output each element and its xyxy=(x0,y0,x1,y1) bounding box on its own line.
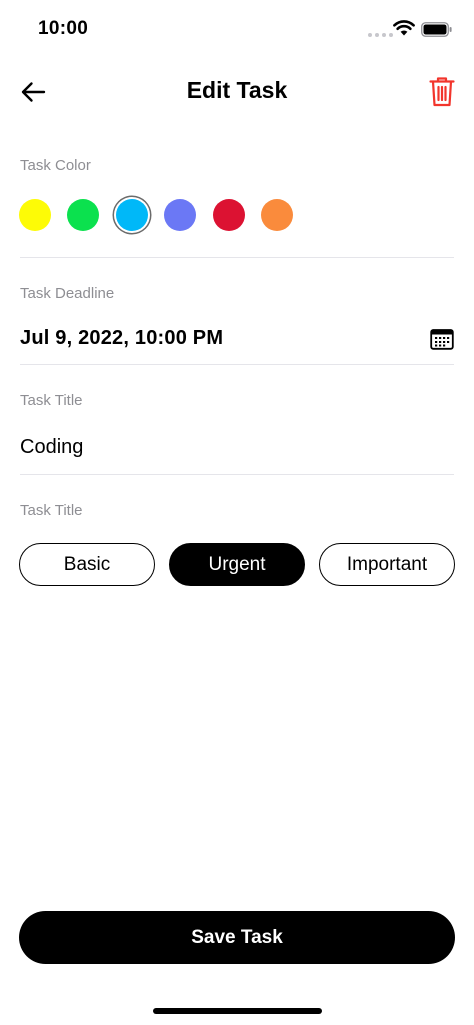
status-time: 10:00 xyxy=(38,18,89,39)
color-swatch-periwinkle[interactable] xyxy=(164,199,196,231)
task-priority-label: Task Title xyxy=(20,502,83,519)
divider xyxy=(20,257,454,258)
task-color-label: Task Color xyxy=(20,157,91,174)
task-title-label: Task Title xyxy=(20,392,83,409)
save-task-button[interactable]: Save Task xyxy=(19,911,455,964)
page-title: Edit Task xyxy=(186,77,288,103)
task-deadline-label: Task Deadline xyxy=(20,285,115,302)
priority-urgent-button[interactable]: Urgent xyxy=(169,543,305,586)
priority-basic-button[interactable]: Basic xyxy=(19,543,155,586)
priority-selector: Basic Urgent Important xyxy=(19,543,455,587)
priority-important-button[interactable]: Important xyxy=(319,543,455,586)
color-swatch-blue[interactable] xyxy=(116,199,148,231)
calendar-icon[interactable] xyxy=(430,328,454,350)
nav-header: Edit Task xyxy=(0,60,474,122)
wifi-icon xyxy=(393,20,415,36)
deadline-value[interactable]: Jul 9, 2022, 10:00 PM xyxy=(20,327,223,350)
color-swatch-yellow[interactable] xyxy=(19,199,51,231)
color-swatch-red[interactable] xyxy=(213,199,245,231)
divider xyxy=(20,474,454,475)
task-title-input[interactable] xyxy=(20,432,450,462)
trash-icon[interactable] xyxy=(428,76,456,108)
home-indicator xyxy=(153,1008,322,1014)
color-swatch-green[interactable] xyxy=(67,199,99,231)
color-swatch-orange[interactable] xyxy=(261,199,293,231)
cellular-signal-icon xyxy=(368,33,393,37)
divider xyxy=(20,364,454,365)
status-bar: 10:00 xyxy=(0,0,474,60)
battery-icon xyxy=(421,22,452,37)
edit-task-screen: 10:00 Edit Task Task Color Task Deadline… xyxy=(0,0,474,1025)
